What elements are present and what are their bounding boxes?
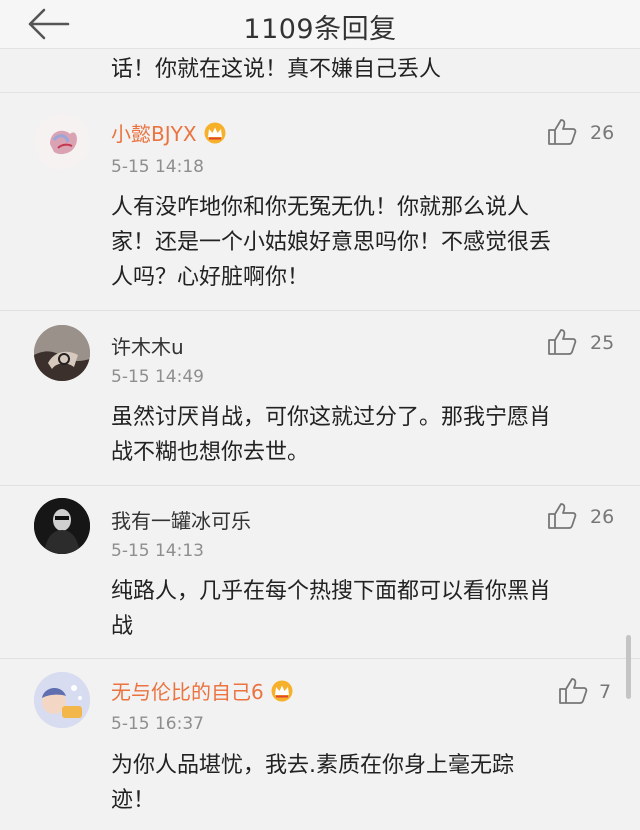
like-count: 26 — [590, 506, 615, 528]
comment-text-line: 人吗？心好脏啊你！ — [111, 265, 310, 290]
scrollbar[interactable] — [626, 635, 631, 699]
like-count: 26 — [590, 122, 615, 144]
comment-time: 5-15 16:37 — [111, 714, 204, 734]
thumbs-up-icon[interactable] — [547, 328, 577, 356]
divider — [0, 310, 640, 311]
comment-time: 5-15 14:18 — [111, 157, 204, 177]
avatar[interactable] — [34, 498, 90, 554]
divider — [0, 658, 640, 659]
crown-icon — [204, 122, 226, 144]
username-text: 无与伦比的自己6 — [111, 680, 264, 704]
thumbs-up-icon[interactable] — [547, 502, 577, 530]
comment-text-line: 战 — [111, 614, 134, 639]
comment-text-line: 虽然讨厌肖战，可你这就过分了。那我宁愿肖 — [111, 405, 552, 430]
comment-text-line: 人有没咋地你和你无冤无仇！你就那么说人 — [111, 195, 530, 220]
comment-text-line: 迹！ — [111, 788, 156, 813]
partial-comment-text: 话！你就在这说！真不嫌自己丢人 — [111, 57, 442, 82]
avatar[interactable] — [34, 672, 90, 728]
comment-text: 人有没咋地你和你无冤无仇！你就那么说人 家！还是一个小姑娘好意思吗你！不感觉很丢… — [111, 190, 611, 295]
comment-text-line: 战不糊也想你去世。 — [111, 440, 310, 465]
page-title: 1109条回复 — [243, 14, 397, 45]
avatar[interactable] — [34, 114, 90, 170]
crown-icon — [271, 680, 293, 702]
comment-text-line: 纯路人，几乎在每个热搜下面都可以看你黑肖 — [111, 579, 552, 604]
thumbs-up-icon[interactable] — [547, 118, 577, 146]
username-text: 小懿BJYX — [111, 122, 197, 146]
comment-time: 5-15 14:49 — [111, 367, 204, 387]
comment-username[interactable]: 许木木u — [111, 331, 184, 360]
thumbs-up-icon[interactable] — [558, 677, 588, 705]
comment-time: 5-15 14:13 — [111, 541, 204, 561]
comment-username[interactable]: 无与伦比的自己6 — [111, 676, 294, 705]
like-count: 25 — [590, 332, 615, 354]
divider — [0, 92, 640, 93]
divider — [0, 485, 640, 486]
like-count: 7 — [599, 681, 612, 703]
comment-username[interactable]: 小懿BJYX — [111, 118, 227, 147]
comment-text: 为你人品堪忧，我去.素质在你身上毫无踪 迹！ — [111, 748, 611, 818]
avatar[interactable] — [34, 325, 90, 381]
comment-text-line: 为你人品堪忧，我去.素质在你身上毫无踪 — [111, 753, 514, 778]
comment-text: 虽然讨厌肖战，可你这就过分了。那我宁愿肖 战不糊也想你去世。 — [111, 400, 611, 470]
comment-text-line: 家！还是一个小姑娘好意思吗你！不感觉很丢 — [111, 230, 552, 255]
top-bar: 1109条回复 — [0, 0, 640, 49]
comment-username[interactable]: 我有一罐冰可乐 — [111, 505, 251, 534]
comment-text: 纯路人，几乎在每个热搜下面都可以看你黑肖 战 — [111, 574, 611, 644]
